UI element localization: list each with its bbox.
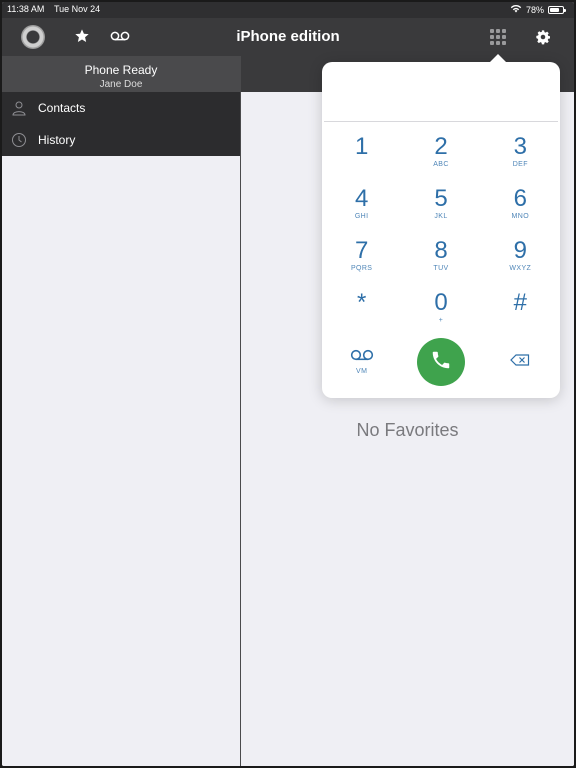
key-letters: WXYZ bbox=[509, 265, 532, 272]
sidebar-status-header: Phone Ready Jane Doe bbox=[2, 56, 240, 92]
dialpad-key-5[interactable]: 5 JKL bbox=[401, 178, 480, 230]
key-letters: ABC bbox=[433, 161, 449, 168]
nav-bar: iPhone edition bbox=[2, 18, 574, 56]
clock-icon bbox=[10, 131, 28, 149]
battery-percent: 78% bbox=[525, 4, 544, 15]
dialpad-key-0[interactable]: 0 + bbox=[401, 282, 480, 334]
dialpad-row: * 0 + # bbox=[322, 282, 560, 334]
key-digit: 0 bbox=[434, 289, 448, 316]
key-digit: 5 bbox=[434, 185, 448, 212]
dialpad-key-6[interactable]: 6 MNO bbox=[481, 178, 560, 230]
app-window: 11:38 AM Tue Nov 24 78% iPhone edition P… bbox=[2, 2, 574, 766]
backspace-key[interactable] bbox=[481, 334, 560, 390]
key-letters: PQRS bbox=[350, 265, 373, 272]
dialpad-action-row: VM bbox=[322, 334, 560, 390]
dialpad-key-1[interactable]: 1 bbox=[322, 126, 401, 178]
user-name: Jane Doe bbox=[99, 79, 143, 90]
dialpad-key-4[interactable]: 4 GHI bbox=[322, 178, 401, 230]
dialpad-row: 7 PQRS 8 TUV 9 WXYZ bbox=[322, 230, 560, 282]
key-letters: JKL bbox=[434, 213, 448, 220]
key-digit: 8 bbox=[434, 237, 448, 264]
dialpad-popover: 1 2 ABC 3 DEF 4 GHI 5 JKL 6 MNO 7 PQRS 8 TUV 9 WXYZ * 0 + # V… bbox=[322, 54, 560, 398]
sidebar-body bbox=[2, 156, 240, 766]
dialpad-key-2[interactable]: 2 ABC bbox=[401, 126, 480, 178]
key-digit: 7 bbox=[354, 237, 369, 264]
key-digit: 6 bbox=[513, 185, 527, 212]
battery-icon bbox=[548, 5, 566, 14]
dialpad-key-8[interactable]: 8 TUV bbox=[401, 230, 480, 282]
key-digit: 2 bbox=[434, 133, 448, 160]
key-digit: * bbox=[356, 289, 367, 316]
key-digit: 3 bbox=[513, 133, 527, 160]
dialpad-key-3[interactable]: 3 DEF bbox=[481, 126, 560, 178]
dialpad-row: 4 GHI 5 JKL 6 MNO bbox=[322, 178, 560, 230]
phone-icon bbox=[430, 349, 452, 376]
status-time: 11:38 AM bbox=[7, 4, 45, 14]
dialpad-key-7[interactable]: 7 PQRS bbox=[322, 230, 401, 282]
sidebar-item-contacts[interactable]: Contacts bbox=[2, 92, 240, 124]
key-digit: 4 bbox=[354, 185, 369, 212]
dialpad-key-hash[interactable]: # bbox=[481, 282, 560, 334]
vm-label: VM bbox=[356, 368, 368, 375]
dial-number-display[interactable] bbox=[324, 62, 558, 122]
sidebar-item-history[interactable]: History bbox=[2, 124, 240, 156]
sidebar-item-label: History bbox=[38, 133, 76, 147]
call-button[interactable] bbox=[416, 338, 465, 386]
gear-icon[interactable] bbox=[532, 26, 554, 48]
key-letters: MNO bbox=[511, 213, 530, 220]
key-letters: GHI bbox=[354, 213, 369, 220]
dialpad-key-star[interactable]: * bbox=[322, 282, 401, 334]
key-letters: DEF bbox=[512, 161, 528, 168]
status-date: Tue Nov 24 bbox=[54, 4, 101, 14]
dialpad-row: 1 2 ABC 3 DEF bbox=[322, 126, 560, 178]
key-digit: 9 bbox=[513, 237, 527, 264]
dialpad-key-9[interactable]: 9 WXYZ bbox=[481, 230, 560, 282]
voicemail-icon bbox=[350, 348, 374, 366]
backspace-icon bbox=[510, 353, 530, 371]
status-right: 78% bbox=[510, 4, 566, 15]
sidebar-menu: Contacts History bbox=[2, 92, 240, 156]
dialpad-keys: 1 2 ABC 3 DEF 4 GHI 5 JKL 6 MNO 7 PQRS 8 TUV 9 WXYZ * 0 + # V… bbox=[322, 126, 560, 390]
keypad-icon[interactable] bbox=[488, 27, 508, 47]
person-icon bbox=[10, 99, 28, 117]
call-key[interactable] bbox=[401, 334, 480, 390]
key-letters: + bbox=[438, 317, 444, 324]
key-letters: TUV bbox=[433, 265, 449, 272]
empty-state-text: No Favorites bbox=[356, 420, 459, 440]
status-bar: 11:38 AM Tue Nov 24 78% bbox=[2, 2, 574, 18]
popover-arrow bbox=[489, 54, 507, 63]
key-digit: 1 bbox=[354, 133, 369, 160]
voicemail-key[interactable]: VM bbox=[322, 334, 401, 390]
phone-status: Phone Ready bbox=[84, 63, 158, 77]
wifi-icon bbox=[510, 4, 522, 15]
sidebar-item-label: Contacts bbox=[38, 101, 86, 115]
key-digit: # bbox=[513, 289, 527, 316]
